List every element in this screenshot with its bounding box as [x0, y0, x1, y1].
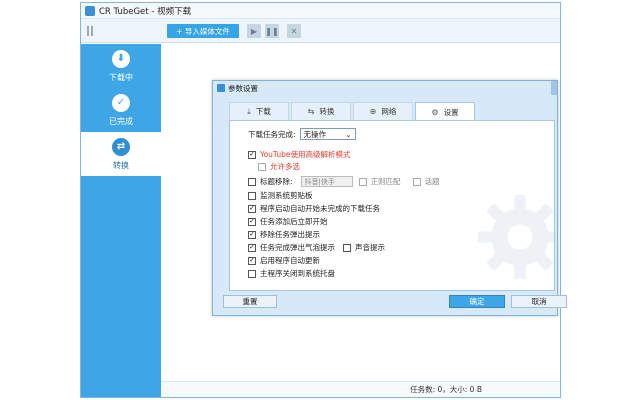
regex-checkbox[interactable] [358, 177, 367, 186]
option-row[interactable]: ✓ 任务完成弹出气泡提示 声音提示 [248, 242, 385, 253]
title-remove-label: 标题移除: [260, 177, 293, 186]
convert-icon: ⇄ [112, 137, 130, 156]
option-checkbox[interactable]: ✓ [248, 256, 256, 265]
option-row[interactable]: ✓ 程序启动自动开始未完成的下载任务 [248, 203, 380, 214]
dialog-title: 参数设置 [228, 83, 258, 93]
title-remove-input[interactable]: 抖音|快手 [300, 176, 353, 187]
tab-download[interactable]: ⤓ 下载 [229, 102, 289, 120]
sound-checkbox[interactable] [343, 243, 351, 252]
status-bar: 任务数: 0，大小: 0 B [161, 381, 560, 397]
option-label: 任务添加后立即开始 [260, 217, 328, 226]
settings-panel: 下载任务完成: 无操作 ⌄ ✓ YouTube使用高级解析模式 允许多选 标题移… [229, 120, 555, 291]
status-text: 任务数: 0，大小: 0 B [410, 385, 482, 394]
check-icon: ✓ [112, 93, 130, 112]
tab-label: 设置 [443, 107, 459, 117]
network-icon: ⊕ [369, 107, 377, 116]
gear-watermark-icon [477, 194, 554, 280]
allow-multi-checkbox[interactable] [258, 162, 266, 171]
topic-label: 话题 [424, 177, 440, 186]
sound-label: 声音提示 [355, 243, 385, 252]
tab-label: 网络 [381, 107, 397, 116]
option-label: 任务完成弹出气泡提示 [260, 243, 335, 252]
option-row[interactable]: ✓ 移除任务弹出提示 [248, 229, 320, 240]
regex-label: 正则匹配 [370, 177, 401, 186]
sidebar-item-completed[interactable]: ✓ 已完成 [81, 88, 161, 132]
menu-icon[interactable] [87, 26, 93, 36]
option-checkbox[interactable] [248, 191, 256, 200]
option-label: 主程序关闭到系统托盘 [260, 269, 335, 278]
option-row[interactable]: 监测系统剪贴板 [248, 190, 313, 201]
allow-multi-option[interactable]: 允许多选 [258, 161, 300, 172]
cancel-button[interactable]: 取消 [511, 295, 567, 308]
option-row[interactable]: ✓ 启用程序自动更新 [248, 255, 320, 266]
option-checkbox[interactable]: ✓ [248, 230, 256, 239]
sidebar-item-label: 下载中 [109, 72, 133, 82]
option-checkbox[interactable]: ✓ [248, 243, 256, 252]
youtube-label: YouTube使用高级解析模式 [260, 150, 351, 159]
title-bar: CR TubeGet - 视频下载 [81, 3, 560, 19]
sidebar-item-label: 转换 [113, 160, 129, 170]
youtube-option[interactable]: ✓ YouTube使用高级解析模式 [248, 149, 351, 160]
gear-icon: ⚙ [431, 107, 439, 117]
youtube-checkbox[interactable]: ✓ [248, 150, 256, 159]
option-row[interactable]: ✓ 任务添加后立即开始 [248, 216, 328, 227]
option-checkbox[interactable]: ✓ [248, 204, 256, 213]
toolbar: + 导入媒体文件 ▶ ❚❚ ✕ [81, 19, 560, 43]
settings-tabs: ⤓ 下载 ⇆ 转换 ⊕ 网络 ⚙ 设置 [229, 102, 475, 121]
import-media-button[interactable]: + 导入媒体文件 [167, 24, 239, 38]
tab-network[interactable]: ⊕ 网络 [353, 102, 413, 120]
on-complete-row: 下载任务完成: 无操作 ⌄ [248, 128, 356, 140]
title-remove-row: 标题移除: 抖音|快手 正则匹配 话题 [248, 176, 440, 187]
sidebar-item-label: 已完成 [109, 116, 133, 126]
on-complete-label: 下载任务完成: [248, 129, 296, 139]
option-row[interactable]: 主程序关闭到系统托盘 [248, 268, 335, 279]
tab-convert[interactable]: ⇆ 转换 [291, 102, 351, 120]
pause-icon[interactable]: ❚❚ [265, 24, 279, 38]
dialog-close-button[interactable] [551, 81, 557, 95]
convert-icon: ⇆ [307, 107, 315, 116]
ok-button[interactable]: 确定 [449, 295, 505, 308]
download-icon: ⬇ [112, 49, 130, 68]
sidebar: ⬇ 下载中 ✓ 已完成 ⇄ 转换 [81, 44, 161, 397]
settings-logo-icon [217, 84, 225, 92]
chevron-down-icon: ⌄ [345, 129, 352, 139]
option-checkbox[interactable]: ✓ [248, 217, 256, 226]
option-checkbox[interactable] [248, 269, 256, 278]
sidebar-item-convert[interactable]: ⇄ 转换 [81, 132, 161, 176]
settings-dialog: 参数设置 ⤓ 下载 ⇆ 转换 ⊕ 网络 ⚙ 设置 下载任务完成: 无操作 ⌄ ✓… [212, 80, 567, 316]
app-logo-icon [85, 5, 95, 16]
tab-label: 转换 [319, 107, 335, 116]
dialog-title-bar: 参数设置 [213, 81, 557, 95]
on-complete-select[interactable]: 无操作 ⌄ [299, 128, 356, 140]
topic-checkbox[interactable] [412, 177, 421, 186]
option-label: 程序启动自动开始未完成的下载任务 [260, 204, 380, 213]
reset-button[interactable]: 重置 [223, 295, 277, 308]
sidebar-item-downloading[interactable]: ⬇ 下载中 [81, 44, 161, 88]
allow-multi-label: 允许多选 [270, 162, 300, 171]
option-label: 监测系统剪贴板 [260, 191, 313, 200]
delete-icon[interactable]: ✕ [287, 24, 301, 38]
tab-label: 下载 [255, 107, 271, 116]
play-icon[interactable]: ▶ [247, 24, 261, 38]
on-complete-value: 无操作 [303, 129, 327, 139]
download-icon: ⤓ [247, 106, 251, 116]
window-title: CR TubeGet - 视频下载 [99, 6, 192, 17]
title-remove-checkbox[interactable] [248, 177, 256, 186]
tab-settings[interactable]: ⚙ 设置 [415, 102, 475, 121]
option-label: 移除任务弹出提示 [260, 230, 320, 239]
option-label: 启用程序自动更新 [260, 256, 320, 265]
